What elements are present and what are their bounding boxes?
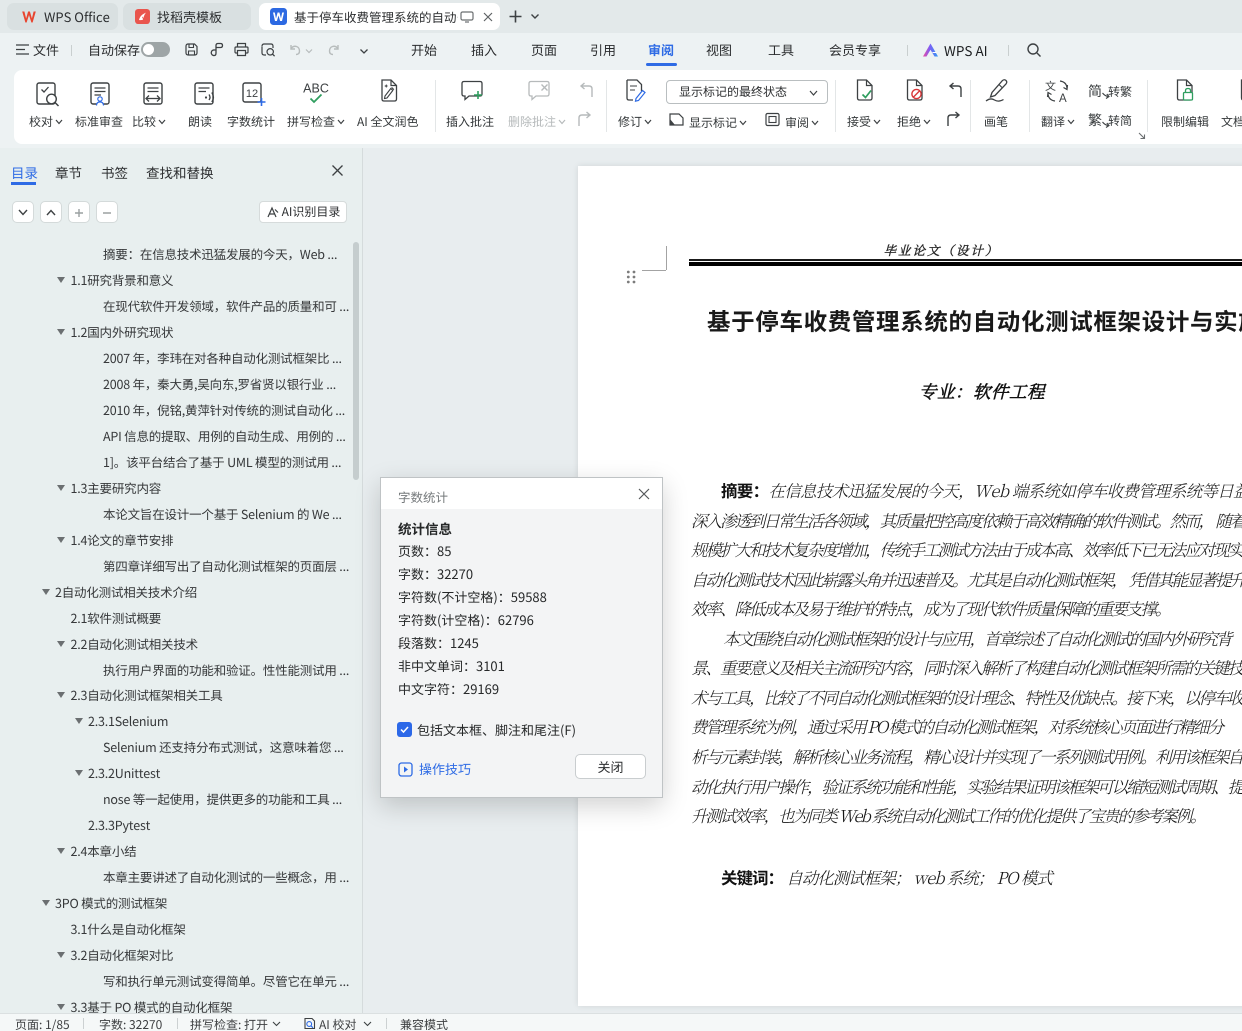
svg-text:ABC: ABC [303,82,329,96]
svg-text:12: 12 [246,88,258,100]
svg-text:A: A [1059,93,1067,104]
svg-text:文: 文 [1045,78,1056,94]
